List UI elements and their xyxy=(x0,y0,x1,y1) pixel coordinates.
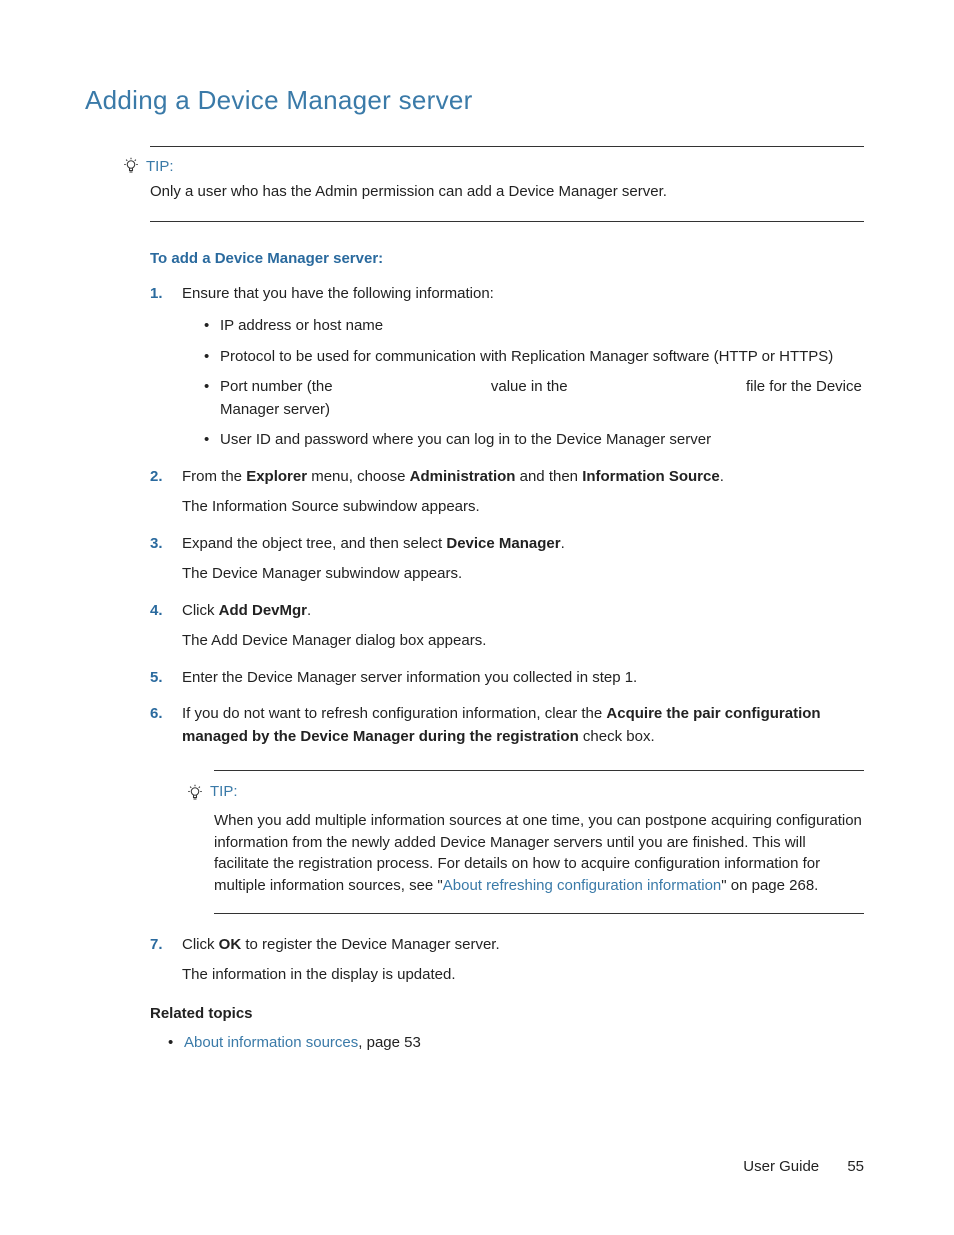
tip-label: TIP: xyxy=(210,781,238,804)
tip-block-multiple-sources: TIP: When you add multiple information s… xyxy=(214,770,864,914)
step-1-sublist: IP address or host name Protocol to be u… xyxy=(182,315,864,452)
step-3: Expand the object tree, and then select … xyxy=(150,533,864,586)
list-item: Port number (the value in the file for t… xyxy=(204,376,864,421)
text-fragment: , page 53 xyxy=(358,1034,421,1051)
text-fragment: From the xyxy=(182,468,246,485)
text-fragment: . xyxy=(720,468,724,485)
about-information-sources-link[interactable]: About information sources xyxy=(184,1034,358,1051)
text-fragment: menu, choose xyxy=(307,468,410,485)
explorer-menu-label: Explorer xyxy=(246,468,307,485)
tip-body: When you add multiple information source… xyxy=(214,810,864,897)
step-result: The Add Device Manager dialog box appear… xyxy=(182,630,864,653)
text-fragment: . xyxy=(561,535,565,552)
step-result: The Device Manager subwindow appears. xyxy=(182,563,864,586)
lightbulb-icon xyxy=(186,784,204,802)
list-item: IP address or host name xyxy=(204,315,864,338)
text-fragment: and then xyxy=(515,468,582,485)
text-fragment: " on page 268. xyxy=(721,877,818,894)
information-source-label: Information Source xyxy=(582,468,720,485)
page-title: Adding a Device Manager server xyxy=(85,85,864,116)
list-item: User ID and password where you can log i… xyxy=(204,429,864,452)
text-fragment: Port number (the xyxy=(220,378,337,395)
related-topics-list: About information sources, page 53 xyxy=(150,1032,864,1055)
text-fragment: value in the xyxy=(487,378,572,395)
text-fragment: If you do not want to refresh configurat… xyxy=(182,705,606,722)
lightbulb-icon xyxy=(122,157,140,175)
text-fragment: check box. xyxy=(579,728,655,745)
tip-header: TIP: xyxy=(186,781,864,804)
tip-body: Only a user who has the Admin permission… xyxy=(150,181,864,203)
steps-list: Ensure that you have the following infor… xyxy=(150,283,864,987)
footer-label: User Guide xyxy=(743,1158,819,1175)
tip-label: TIP: xyxy=(146,158,174,175)
text-fragment: . xyxy=(307,602,311,619)
related-topics-heading: Related topics xyxy=(150,1005,864,1022)
text-fragment: Click xyxy=(182,602,219,619)
step-2: From the Explorer menu, choose Administr… xyxy=(150,466,864,519)
page-number: 55 xyxy=(847,1158,864,1175)
page-footer: User Guide 55 xyxy=(743,1158,864,1175)
tip-header: TIP: xyxy=(122,157,864,175)
step-5: Enter the Device Manager server informat… xyxy=(150,667,864,690)
ok-button-label: OK xyxy=(219,936,242,953)
administration-label: Administration xyxy=(410,468,516,485)
step-result: The Information Source subwindow appears… xyxy=(182,496,864,519)
procedure-heading: To add a Device Manager server: xyxy=(150,250,864,267)
step-4: Click Add DevMgr. The Add Device Manager… xyxy=(150,600,864,653)
step-result: The information in the display is update… xyxy=(182,964,864,987)
step-text: Ensure that you have the following infor… xyxy=(182,285,494,302)
tip-block-admin: TIP: Only a user who has the Admin permi… xyxy=(150,146,864,222)
content-area: TIP: Only a user who has the Admin permi… xyxy=(150,146,864,1054)
text-fragment: Click xyxy=(182,936,219,953)
add-devmgr-label: Add DevMgr xyxy=(219,602,307,619)
step-text: Enter the Device Manager server informat… xyxy=(182,669,637,686)
step-1: Ensure that you have the following infor… xyxy=(150,283,864,452)
device-manager-label: Device Manager xyxy=(446,535,560,552)
text-fragment: Expand the object tree, and then select xyxy=(182,535,446,552)
step-6: If you do not want to refresh configurat… xyxy=(150,703,864,914)
text-fragment: to register the Device Manager server. xyxy=(241,936,499,953)
list-item: Protocol to be used for communication wi… xyxy=(204,346,864,369)
step-7: Click OK to register the Device Manager … xyxy=(150,934,864,987)
refreshing-config-link[interactable]: About refreshing configuration informati… xyxy=(443,877,722,894)
related-item: About information sources, page 53 xyxy=(168,1032,864,1055)
